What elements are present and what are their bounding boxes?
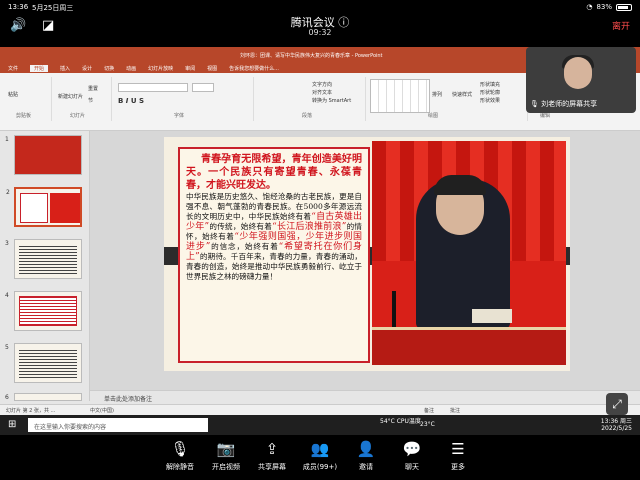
shape-fill-button[interactable]: 形状填充 xyxy=(480,81,500,88)
slide-photo xyxy=(372,141,566,365)
slide-thumbnails: 1 2 3 4 5 6 xyxy=(0,131,90,401)
toolbar-label: 聊天 xyxy=(405,463,419,471)
slide-heading: 青春孕育无限希望，青年创造美好明天。一个民族只有寄望青春、永葆青春，才能兴旺发达… xyxy=(186,154,362,191)
mic-muted-icon: 🎙 xyxy=(170,440,190,458)
ribbon-tab-7[interactable]: 审阅 xyxy=(185,65,195,72)
ribbon-tab-8[interactable]: 视图 xyxy=(207,65,217,72)
notes-toggle[interactable]: 备注 xyxy=(424,407,434,414)
weather-temp: 23°C xyxy=(420,421,435,428)
participant-name: 🎙 刘老师的屏幕共享 xyxy=(530,100,598,108)
wifi-icon: ◔ xyxy=(586,3,593,11)
status-date: 5月25日周三 xyxy=(32,4,74,12)
members-icon: 👥 xyxy=(310,440,330,458)
group-drawing: 绘图 xyxy=(428,113,439,119)
screen: 13:36 5月25日周三 ◔ 83% 🔊 ◪ 腾讯会议 ⓘ 09:32 离开 … xyxy=(0,0,640,480)
mic-muted-button[interactable]: 🎙 解除静音 xyxy=(156,439,204,472)
invite-icon: 👤 xyxy=(356,440,376,458)
new-slide-button[interactable]: 新建幻灯片 xyxy=(58,93,83,100)
toolbar-label: 邀请 xyxy=(359,463,373,471)
taskbar-clock: 13:36 周三 2022/5/25 xyxy=(600,418,632,432)
ppt-statusbar: 幻灯片 第 2 张，共 ... 中文(中国) 备注 批注 xyxy=(0,404,640,415)
slide-thumb-3[interactable]: 3 xyxy=(5,239,82,279)
toolbar-label: 共享屏幕 xyxy=(258,463,286,471)
paste-button[interactable]: 粘贴 xyxy=(8,91,18,98)
slide-thumb-5[interactable]: 5 xyxy=(5,343,82,383)
font-name-select[interactable] xyxy=(118,83,188,92)
windows-start-icon[interactable]: ⊞ xyxy=(8,419,16,430)
ribbon-tab-3[interactable]: 设计 xyxy=(82,65,92,72)
share-screen-button[interactable]: ⇪ 共享屏幕 xyxy=(248,439,296,472)
group-slides: 幻灯片 xyxy=(70,113,86,119)
battery-icon xyxy=(616,3,632,11)
invite-button[interactable]: 👤 邀请 xyxy=(342,439,390,472)
meeting-duration: 09:32 xyxy=(308,28,332,37)
chat-icon: 💬 xyxy=(402,440,422,458)
ribbon-tab-4[interactable]: 切换 xyxy=(104,65,114,72)
slide-thumb-1[interactable]: 1 xyxy=(5,135,82,175)
cpu-temp: 54°C CPU温度 xyxy=(380,418,421,425)
shape-outline-button[interactable]: 形状轮廓 xyxy=(480,89,500,96)
ppt-window-title: 刘环恩：团课、请写中华民族伟大复兴的青春乐章 - PowerPoint xyxy=(240,53,383,59)
slide-thumb-6[interactable]: 6 xyxy=(5,393,82,401)
camera-off-icon: 📷 xyxy=(216,440,236,458)
more-button[interactable]: ☰ 更多 xyxy=(434,439,482,472)
status-right: ◔ 83% xyxy=(586,3,632,11)
notes-pane[interactable]: 单击此处添加备注 xyxy=(90,390,640,404)
fullscreen-icon[interactable]: ⤢ xyxy=(606,393,628,415)
current-slide[interactable]: 青春孕育无限希望，青年创造美好明天。一个民族只有寄望青春、永葆青春，才能兴旺发达… xyxy=(164,137,570,371)
toolbar-label: 成员(99+) xyxy=(302,463,338,471)
ribbon-tab-6[interactable]: 幻灯片放映 xyxy=(148,65,173,72)
bold-button[interactable]: B I U S xyxy=(118,97,144,105)
ribbon-tab-1[interactable]: 开始 xyxy=(30,64,49,72)
ribbon-tab-9[interactable]: 告诉我您想要做什么... xyxy=(229,65,279,72)
ribbon-tab-2[interactable]: 插入 xyxy=(60,65,70,72)
slide-editor: 青春孕育无限希望，青年创造美好明天。一个民族只有寄望青春、永葆青春，才能兴旺发达… xyxy=(90,131,640,431)
group-paragraph: 段落 xyxy=(302,113,313,119)
slide-textbox[interactable]: 青春孕育无限希望，青年创造美好明天。一个民族只有寄望青春、永葆青春，才能兴旺发达… xyxy=(178,147,370,363)
participant-video[interactable]: 🎙 刘老师的屏幕共享 xyxy=(526,47,636,113)
share-screen-icon: ⇪ xyxy=(265,440,279,458)
arrange-button[interactable]: 排列 xyxy=(432,91,442,98)
toolbar-label: 解除静音 xyxy=(166,463,194,471)
camera-off-button[interactable]: 📷 开启视频 xyxy=(202,439,250,472)
slide-thumb-2[interactable]: 2 xyxy=(6,187,82,227)
slide-body: 中华民族是历史悠久、饱经沧桑的古老民族，更是自强不息、朝气蓬勃的青春民族。在50… xyxy=(186,192,363,281)
ios-status-bar: 13:36 5月25日周三 ◔ 83% xyxy=(0,0,640,14)
leave-button[interactable]: 离开 xyxy=(612,19,630,32)
slide-thumb-4[interactable]: 4 xyxy=(5,291,82,331)
comments-toggle[interactable]: 批注 xyxy=(450,407,460,414)
battery-percent: 83% xyxy=(596,3,612,11)
reset-button[interactable]: 重置 xyxy=(88,85,98,92)
status-time: 13:36 xyxy=(8,3,29,11)
quick-styles-button[interactable]: 快速样式 xyxy=(452,91,472,98)
ribbon-tab-5[interactable]: 动画 xyxy=(126,65,136,72)
windows-taskbar: ⊞ 在这里输入你要搜索的内容 54°C CPU温度 23°C 13:36 周三 … xyxy=(0,415,640,435)
section-button[interactable]: 节 xyxy=(88,97,93,104)
text-direction-button[interactable]: 文字方向 xyxy=(312,81,332,88)
group-editing: 编辑 xyxy=(540,113,551,119)
ribbon-tab-0[interactable]: 文件 xyxy=(8,65,18,72)
smartart-button[interactable]: 转换为 SmartArt xyxy=(312,97,351,104)
members-button[interactable]: 👥 成员(99+) xyxy=(296,439,344,472)
group-clipboard: 剪贴板 xyxy=(16,113,32,119)
font-size-select[interactable] xyxy=(192,83,214,92)
shape-effects-button[interactable]: 形状效果 xyxy=(480,97,500,104)
toolbar-label: 更多 xyxy=(451,463,465,471)
meeting-toolbar: 🎙 解除静音 📷 开启视频 ⇪ 共享屏幕 👥 成员(99+) 👤 邀请 💬 聊天 ☰ 更多 xyxy=(0,435,640,480)
chat-button[interactable]: 💬 聊天 xyxy=(388,439,436,472)
quote-2: “长江后浪推前浪” xyxy=(272,222,347,232)
more-icon: ☰ xyxy=(451,440,465,458)
taskbar-search[interactable]: 在这里输入你要搜索的内容 xyxy=(28,418,208,432)
toolbar-label: 开启视频 xyxy=(212,463,240,471)
align-text-button[interactable]: 对齐文本 xyxy=(312,89,332,96)
meeting-header: 🔊 ◪ 腾讯会议 ⓘ 09:32 离开 xyxy=(0,14,640,42)
group-font: 字体 xyxy=(174,113,185,119)
